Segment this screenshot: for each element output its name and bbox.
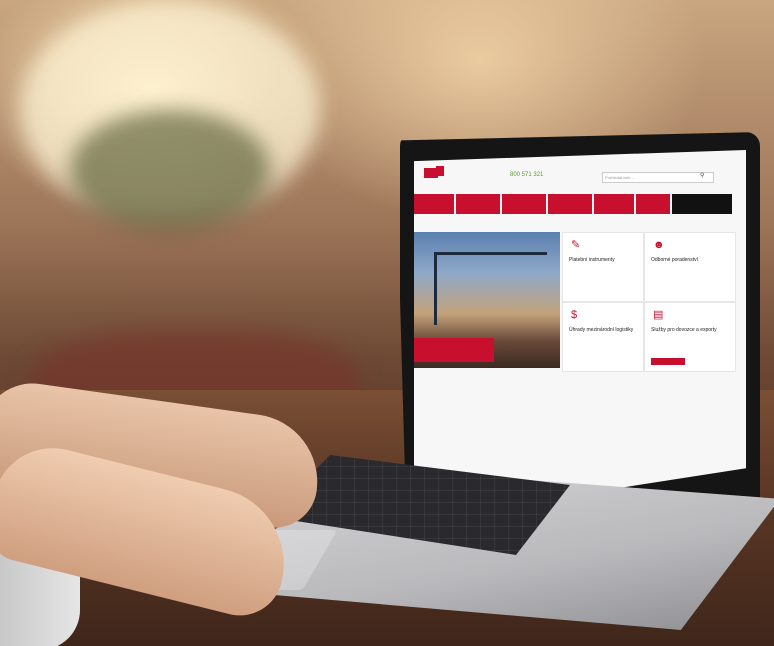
tile-title: Úhrady mezinárodní logistiky (569, 327, 634, 333)
laptop-screen: 800 571 321 Prohledat web ... ⚲ ✎ Plateb… (414, 150, 746, 520)
tile-uhrady[interactable]: $ Úhrady mezinárodní logistiky (562, 302, 644, 372)
search-icon[interactable]: ⚲ (700, 172, 704, 179)
nav-item[interactable] (636, 194, 670, 214)
nav-item[interactable] (594, 194, 634, 214)
tile-sluzby[interactable]: ▤ Služby pro dovozce a exporty (644, 302, 736, 372)
partner-logo (436, 166, 444, 176)
tile-title: Platební instrumenty (569, 257, 615, 263)
person-icon: ☻ (653, 239, 665, 251)
nav-item[interactable] (414, 194, 454, 214)
search-input[interactable]: Prohledat web ... (602, 172, 714, 183)
dollar-icon: $ (571, 309, 578, 321)
nav-item[interactable] (548, 194, 592, 214)
chart-icon: ▤ (653, 309, 664, 321)
nav-item-dark[interactable] (672, 194, 732, 214)
tile-poradenstvi[interactable]: ☻ Odborné poradenství (644, 232, 736, 302)
tile-title: Odborné poradenství (651, 257, 698, 263)
tile-platebni[interactable]: ✎ Platební instrumenty (562, 232, 644, 302)
document-icon: ✎ (571, 239, 581, 251)
plant-blur (70, 110, 270, 230)
hero-caption (414, 338, 494, 362)
hero-image-port-cranes (414, 232, 560, 368)
nav-item[interactable] (502, 194, 546, 214)
nav-item[interactable] (456, 194, 500, 214)
photo-background: 800 571 321 Prohledat web ... ⚲ ✎ Plateb… (0, 0, 774, 646)
phone-number: 800 571 321 (510, 172, 544, 178)
tile-button[interactable] (651, 358, 685, 365)
tile-title: Služby pro dovozce a exporty (651, 327, 717, 333)
crane-shape (434, 252, 547, 325)
main-nav (414, 194, 746, 214)
